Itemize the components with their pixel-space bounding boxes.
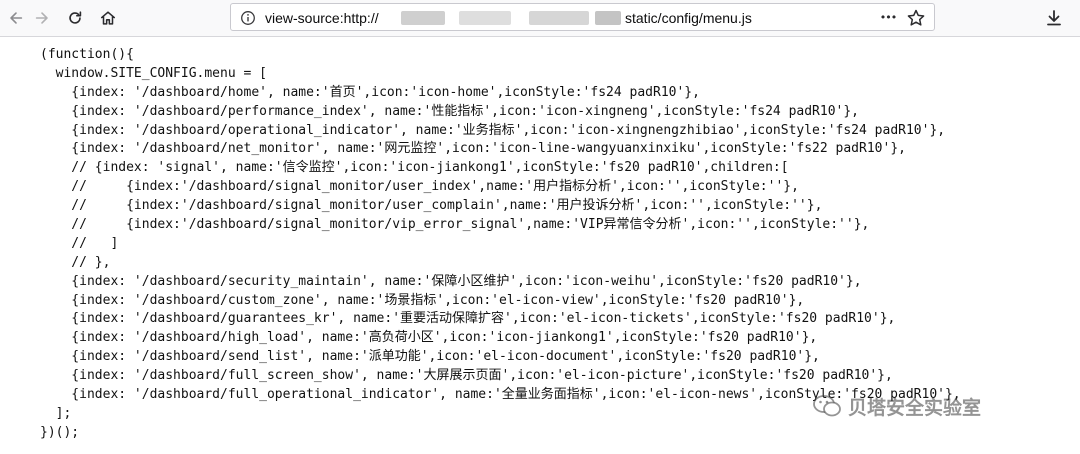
- code-line: {index: '/dashboard/performance_index', …: [40, 103, 860, 119]
- wechat-logo-icon: [813, 395, 841, 417]
- address-bar[interactable]: view-source:http:// static/config/menu.j…: [230, 3, 935, 31]
- home-button[interactable]: [96, 6, 120, 30]
- forward-button[interactable]: [30, 6, 54, 30]
- code-line: // ]: [40, 235, 119, 251]
- source-code-view: (function(){ window.SITE_CONFIG.menu = […: [40, 46, 961, 443]
- redacted-host-block-1: [401, 11, 445, 25]
- back-arrow-icon: [10, 12, 23, 24]
- bookmark-star-icon[interactable]: [906, 8, 926, 28]
- code-line: {index: '/dashboard/send_list', name:'派单…: [40, 349, 820, 365]
- url-suffix-text: static/config/menu.js: [625, 10, 752, 26]
- code-line: {index: '/dashboard/operational_indicato…: [40, 122, 946, 138]
- redacted-host-block-3: [529, 11, 589, 25]
- watermark-text: 贝塔安全实验室: [848, 396, 982, 419]
- reload-icon: [69, 11, 82, 24]
- reload-button[interactable]: [63, 6, 87, 30]
- redacted-host-block-4: [595, 11, 621, 25]
- code-line: })();: [40, 424, 80, 440]
- code-line: {index: '/dashboard/security_maintain', …: [40, 273, 862, 289]
- code-line: // },: [40, 254, 111, 270]
- code-line: {index: '/dashboard/guarantees_kr', name…: [40, 311, 896, 327]
- code-line: {index: '/dashboard/home', name:'首页',ico…: [40, 84, 700, 100]
- code-line: {index: '/dashboard/full_screen_show', n…: [40, 368, 893, 384]
- forward-arrow-icon: [35, 12, 48, 24]
- code-line: {index: '/dashboard/custom_zone', name:'…: [40, 292, 805, 308]
- code-line: {index: '/dashboard/net_monitor', name:'…: [40, 141, 906, 157]
- url-prefix-text: view-source:http://: [265, 10, 379, 26]
- code-line: // {index:'/dashboard/signal_monitor/vip…: [40, 217, 870, 233]
- code-line: {index: '/dashboard/high_load', name:'高负…: [40, 330, 818, 346]
- code-line: // {index:'/dashboard/signal_monitor/use…: [40, 198, 823, 214]
- info-icon[interactable]: [240, 10, 256, 26]
- code-line: // {index: 'signal', name:'信令监控',icon:'i…: [40, 160, 789, 176]
- code-line: window.SITE_CONFIG.menu = [: [40, 65, 267, 81]
- browser-toolbar: view-source:http:// static/config/menu.j…: [0, 0, 1080, 37]
- page-actions-button[interactable]: •••: [877, 6, 899, 28]
- code-line: (function(){: [40, 47, 134, 62]
- home-icon: [100, 11, 116, 25]
- download-icon[interactable]: [1044, 8, 1064, 28]
- redacted-host-block-2: [459, 11, 511, 25]
- more-dots-icon: •••: [879, 10, 897, 24]
- back-button[interactable]: [4, 6, 28, 30]
- watermark: 贝塔安全实验室: [812, 392, 981, 420]
- code-line: // {index:'/dashboard/signal_monitor/use…: [40, 179, 799, 195]
